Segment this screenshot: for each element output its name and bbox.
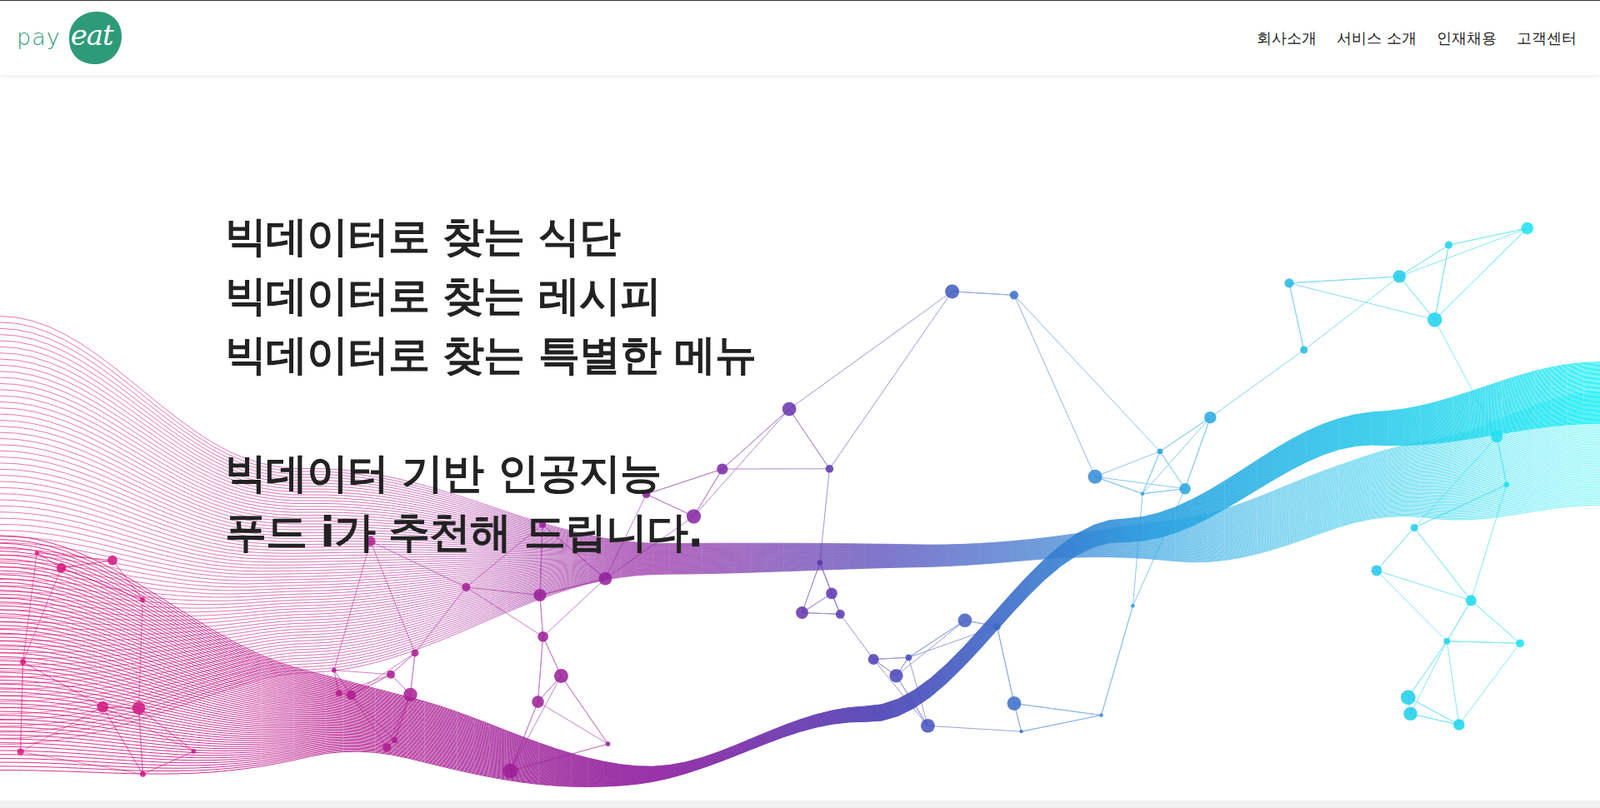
nav-link[interactable]: 회사소개	[1256, 26, 1317, 50]
logo-mark: eat	[65, 9, 125, 50]
logo-prefix: pay	[16, 20, 61, 55]
main-nav: 회사소개 서비스 소개 인재채용 고객센터	[1256, 26, 1577, 50]
hero-tagline: 빅데이터 기반 인공지능	[225, 444, 1600, 504]
logo-badge: eat	[65, 9, 125, 68]
site-header: payeat 회사소개 서비스 소개 인재채용 고객센터	[0, 0, 1600, 75]
hero-headline: 빅데이터로 찾는 특별한 메뉴	[225, 325, 1600, 385]
network-wave-illustration	[0, 75, 1600, 801]
hero-tagline: 푸드 i가 추천해 드립니다.	[225, 503, 1600, 563]
nav-link[interactable]: 서비스 소개	[1336, 26, 1417, 50]
nav-link[interactable]: 인재채용	[1436, 26, 1497, 50]
hero: 빅데이터로 찾는 식단빅데이터로 찾는 레시피빅데이터로 찾는 특별한 메뉴빅데…	[0, 75, 1600, 801]
logo[interactable]: payeat	[16, 9, 125, 68]
hero-headline: 빅데이터로 찾는 식단	[225, 207, 1600, 267]
hero-headline: 빅데이터로 찾는 레시피	[225, 266, 1600, 326]
nav-link[interactable]: 고객센터	[1516, 26, 1577, 50]
hero-copy: 빅데이터로 찾는 식단빅데이터로 찾는 레시피빅데이터로 찾는 특별한 메뉴빅데…	[0, 75, 1600, 563]
